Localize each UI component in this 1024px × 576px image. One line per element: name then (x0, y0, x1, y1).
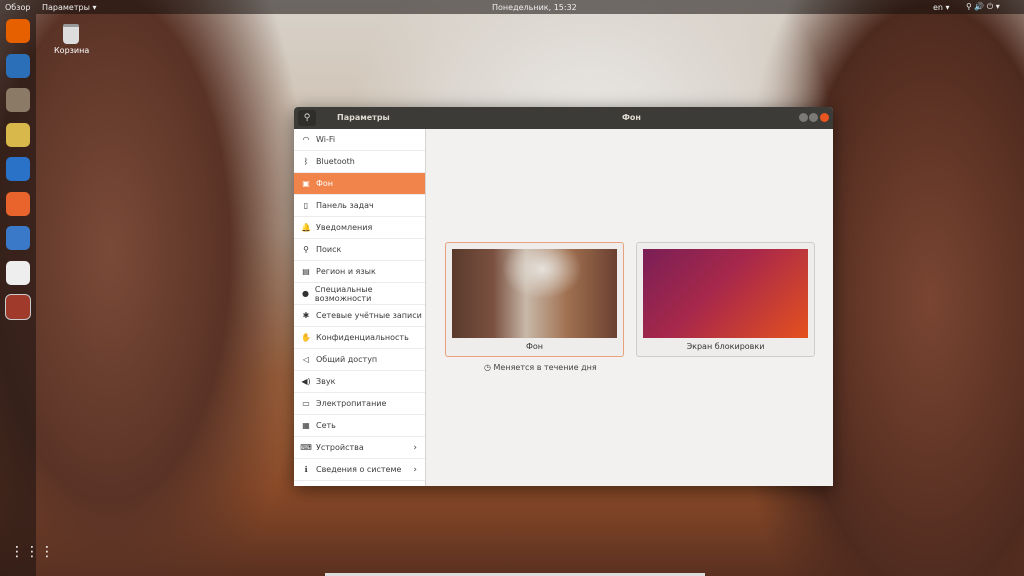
sidebar-item[interactable]: ✋ Конфиденциальность (294, 327, 425, 349)
sidebar-item[interactable]: ▦ Сеть (294, 415, 425, 437)
window-title: Фон (622, 113, 641, 122)
sidebar-item-label: Поиск (316, 245, 342, 254)
sidebar-item-label: Звук (316, 377, 336, 386)
dock (0, 14, 36, 576)
settings-icon[interactable] (5, 294, 31, 320)
thunderbird-icon[interactable] (6, 53, 30, 78)
sidebar-item[interactable]: ⌨ Устройства › (294, 437, 425, 459)
trash-label: Корзина (54, 46, 90, 55)
sidebar-item-label: Устройства (316, 443, 364, 452)
header-bar: ⚲ Параметры Фон (294, 107, 833, 129)
trash-desktop-icon[interactable]: Корзина (54, 24, 90, 55)
sidebar-item[interactable]: 🔔 Уведомления (294, 217, 425, 239)
sidebar-item[interactable]: ● Специальные возможности (294, 283, 425, 305)
sidebar-item[interactable]: ▤ Регион и язык (294, 261, 425, 283)
sidebar-item-label: Специальные возможности (314, 284, 373, 303)
online-accounts-icon: ✱ (302, 311, 310, 320)
sidebar-item-label: Электропитание (316, 399, 387, 408)
sidebar-item-label: Фон (316, 179, 334, 188)
amazon-icon[interactable] (6, 260, 30, 285)
help-icon[interactable] (6, 226, 30, 250)
sidebar-item[interactable]: ▣ Фон (294, 173, 425, 195)
lock-screen-card[interactable]: Экран блокировки (636, 242, 815, 357)
background-panel: Фон Экран блокировки ◷ Меняется в течени… (426, 129, 833, 486)
sidebar-item[interactable]: ◀) Звук (294, 371, 425, 393)
network-icon: ▦ (302, 421, 310, 430)
sidebar-item[interactable]: ℹ Сведения о системе › (294, 459, 425, 481)
sidebar-item-label: Bluetooth (316, 157, 355, 166)
sidebar-item-label: Сведения о системе (316, 465, 402, 474)
sidebar-item-label: Сеть (316, 421, 336, 430)
software-icon[interactable] (6, 191, 30, 216)
trash-icon (63, 24, 79, 44)
sidebar-item-label: Уведомления (316, 223, 373, 232)
sidebar-item-label: Регион и язык (316, 267, 376, 276)
background-card[interactable]: Фон (445, 242, 624, 357)
sidebar-item[interactable]: ◠ Wi-Fi (294, 129, 425, 151)
devices-icon: ⌨ (300, 443, 312, 452)
bluetooth-icon: ᛒ (303, 157, 309, 166)
show-apps-button[interactable]: ⋮⋮⋮ (10, 545, 55, 559)
sidebar-item[interactable]: ᛒ Bluetooth (294, 151, 425, 173)
sidebar-item[interactable]: ⚲ Поиск (294, 239, 425, 261)
sidebar-item-label: Общий доступ (316, 355, 378, 364)
note-text: Меняется в течение дня (493, 363, 597, 372)
sound-icon: ◀) (301, 377, 311, 386)
privacy-icon: ✋ (301, 333, 311, 342)
sidebar-item-label: Конфиденциальность (316, 333, 409, 342)
bell-icon: 🔔 (301, 223, 311, 232)
close-button[interactable] (820, 113, 829, 122)
sidebar-item[interactable]: ✱ Сетевые учётные записи (294, 305, 425, 327)
lock-screen-card-label: Экран блокировки (686, 342, 765, 351)
power-icon: ▭ (302, 399, 310, 408)
search-button[interactable]: ⚲ (298, 110, 316, 126)
rhythmbox-icon[interactable] (6, 122, 30, 147)
app-menu[interactable]: Параметры ▾ (42, 3, 96, 12)
sidebar-item[interactable]: ▯ Панель задач (294, 195, 425, 217)
sidebar-item-label: Сетевые учётные записи (316, 311, 422, 320)
background-icon: ▣ (302, 179, 310, 188)
top-bar: Обзор Параметры ▾ Понедельник, 15:32 en … (0, 0, 1024, 14)
region-icon: ▤ (302, 267, 310, 276)
day-change-note: ◷ Меняется в течение дня (484, 363, 597, 372)
writer-icon[interactable] (6, 157, 30, 181)
files-icon[interactable] (6, 88, 30, 112)
search-icon: ⚲ (303, 245, 309, 254)
share-icon: ◁ (302, 355, 310, 364)
chevron-right-icon: › (413, 464, 417, 475)
dock-icon: ▯ (303, 201, 309, 210)
accessibility-icon: ● (301, 289, 309, 298)
sidebar-item[interactable]: ▭ Электропитание (294, 393, 425, 415)
sidebar-item[interactable]: ◁ Общий доступ (294, 349, 425, 371)
settings-window: ⚲ Параметры Фон ◠ Wi-Fi ᛒ Bluetooth ▣ Фон ▯ Пан… (294, 107, 833, 486)
sidebar: ◠ Wi-Fi ᛒ Bluetooth ▣ Фон ▯ Панель задач 🔔 Уведом… (294, 129, 426, 486)
clock[interactable]: Понедельник, 15:32 (492, 3, 577, 12)
background-card-label: Фон (525, 342, 543, 351)
minimize-button[interactable] (799, 113, 808, 122)
chevron-right-icon: › (413, 442, 417, 453)
sidebar-title: Параметры (337, 113, 390, 122)
wifi-icon: ◠ (302, 135, 310, 144)
system-tray[interactable]: ⚲ 🔊 ⏻ ▾ (966, 2, 1000, 12)
maximize-button[interactable] (809, 113, 818, 122)
info-icon: ℹ (304, 465, 308, 474)
background-preview (452, 249, 617, 338)
firefox-icon[interactable] (6, 19, 30, 43)
activities-button[interactable]: Обзор (5, 3, 30, 12)
language-indicator[interactable]: en ▾ (933, 3, 950, 12)
sidebar-item-label: Wi-Fi (316, 135, 336, 144)
lock-screen-preview (643, 249, 808, 338)
clock-icon: ◷ (484, 363, 491, 372)
sidebar-item-label: Панель задач (316, 201, 374, 210)
